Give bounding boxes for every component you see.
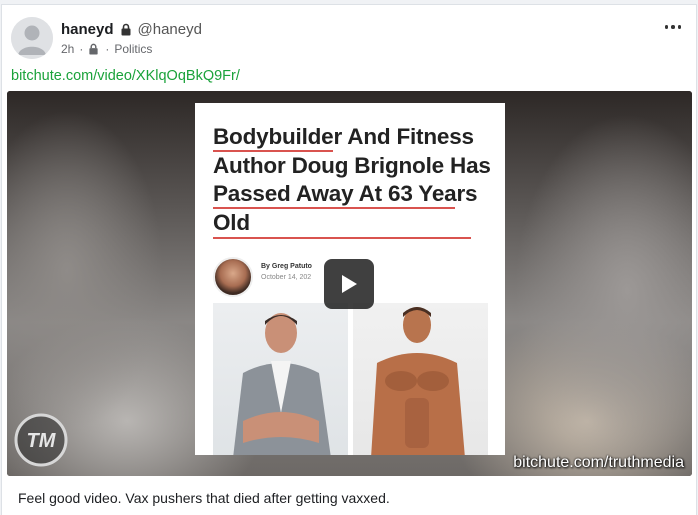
post-time[interactable]: 2h [61,42,74,56]
post-meta: 2h · · Politics [61,41,152,57]
post-link[interactable]: bitchute.com/video/XKlqOqBkQ9Fr/ [11,68,240,84]
group-link[interactable]: Politics [114,42,152,56]
post-card: haneyd @haneyd 2h · · Politics bitchute.… [1,4,697,515]
byline-avatar [213,257,253,297]
headline-underline [213,237,471,239]
default-avatar-icon [11,17,53,59]
headline-underline [213,207,455,209]
visibility-lock-icon [88,43,100,56]
separator-dot: · [105,42,110,56]
video-watermark: bitchute.com/truthmedia [513,454,684,471]
author-line: haneyd @haneyd [61,19,202,39]
photo-suit [213,303,348,455]
logo-text: TM [27,430,57,452]
article-headline: Bodybuilder And Fitness Author Doug Brig… [213,124,491,235]
truthmedia-logo: TM [13,412,69,468]
separator-dot: · [79,42,84,56]
author-name[interactable]: haneyd [61,21,114,38]
avatar[interactable] [11,17,53,59]
more-options-icon[interactable] [662,19,684,35]
headline-underline [213,150,333,152]
video-player[interactable]: Bodybuilder And Fitness Author Doug Brig… [7,91,692,476]
post-caption: Feel good video. Vax pushers that died a… [18,490,390,506]
play-icon[interactable] [324,259,374,309]
byline-date: October 14, 202 [261,274,312,281]
photo-shirtless [353,303,488,455]
lock-icon [120,23,132,36]
byline-name: By Greg Patuto [261,263,312,270]
author-handle[interactable]: @haneyd [138,21,202,38]
